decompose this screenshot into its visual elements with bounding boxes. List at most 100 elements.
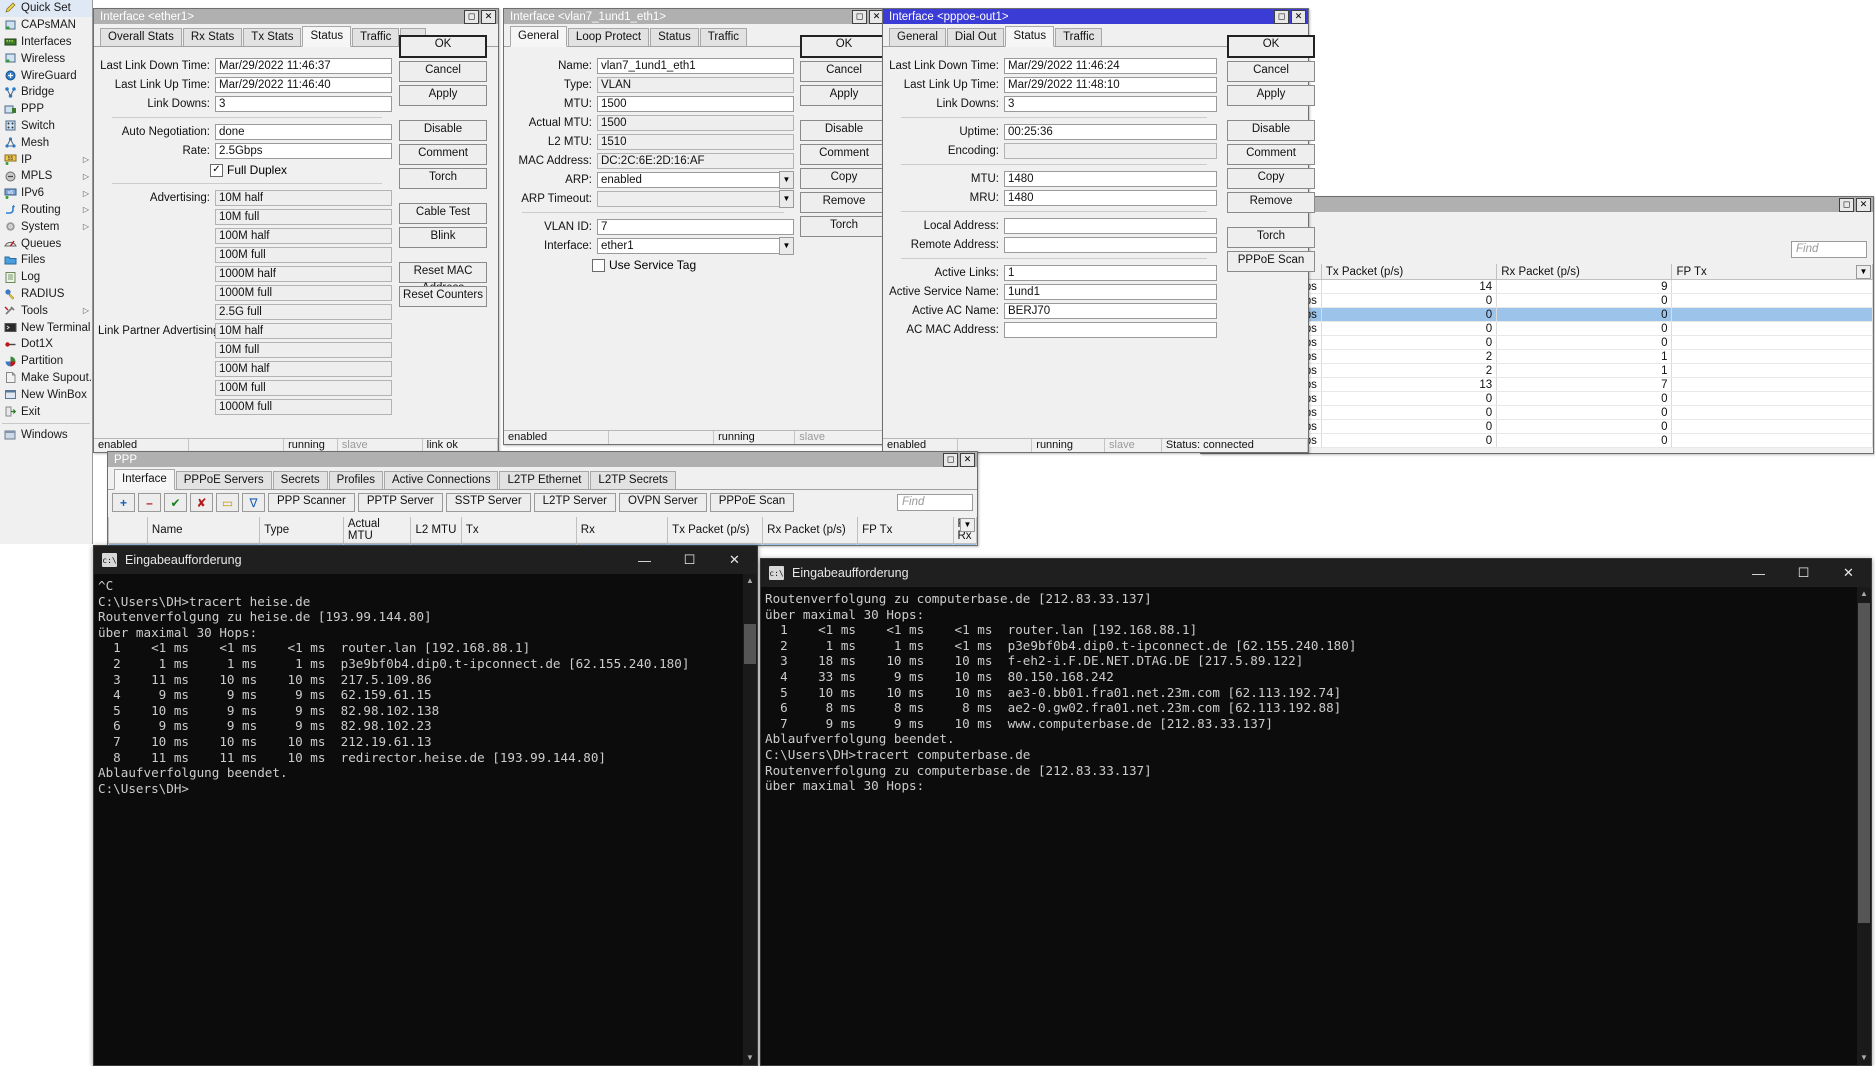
- tab-l2tp-ethernet[interactable]: L2TP Ethernet: [499, 471, 590, 489]
- tab-interface[interactable]: Interface: [114, 469, 175, 490]
- maximize-icon[interactable]: ◻: [464, 9, 479, 24]
- cable-test-button[interactable]: Cable Test: [399, 203, 487, 224]
- titlebar-ppp[interactable]: PPP ◻ ✕: [108, 452, 977, 467]
- pppoe-scan-button[interactable]: PPPoE Scan: [1227, 251, 1315, 272]
- tab-general[interactable]: General: [510, 26, 567, 47]
- comment-button[interactable]: Comment: [800, 144, 888, 165]
- window-command-prompt-2[interactable]: c:\ Eingabeaufforderung — ☐ ✕ Routenverf…: [760, 558, 1872, 1066]
- sidebar-item-switch[interactable]: Switch: [0, 118, 92, 135]
- field-value[interactable]: 1480: [1004, 190, 1217, 206]
- scroll-down-icon[interactable]: ▼: [1857, 1051, 1871, 1065]
- field-value[interactable]: [1004, 237, 1217, 253]
- sidebar-item-log[interactable]: Log: [0, 269, 92, 286]
- field-value[interactable]: Mar/29/2022 11:48:10: [1004, 77, 1217, 93]
- checkbox-box[interactable]: ✓: [210, 163, 223, 177]
- terminal-output-2[interactable]: Routenverfolgung zu computerbase.de [212…: [761, 587, 1871, 1065]
- sidebar-item-mesh[interactable]: Mesh: [0, 134, 92, 151]
- window-ppp[interactable]: PPP ◻ ✕ Interface PPPoE Servers Secrets Pro…: [107, 451, 978, 546]
- checkbox-use-service-tag[interactable]: Use Service Tag: [508, 256, 794, 274]
- field-value[interactable]: 7: [597, 219, 794, 235]
- ppp-interface-table[interactable]: Name Type Actual MTU L2 MTU Tx Rx Tx Packet (p…: [108, 517, 977, 545]
- titlebar-cmd2[interactable]: c:\ Eingabeaufforderung — ☐ ✕: [761, 559, 1871, 587]
- titlebar-cmd1[interactable]: c:\ Eingabeaufforderung — ☐ ✕: [94, 546, 757, 574]
- pppoe-scan-button[interactable]: PPPoE Scan: [709, 493, 795, 512]
- tab-profiles[interactable]: Profiles: [328, 471, 384, 489]
- sidebar-item-interfaces[interactable]: Interfaces: [0, 34, 92, 51]
- disable-button[interactable]: Disable: [399, 120, 487, 141]
- field-value[interactable]: vlan7_1und1_eth1: [597, 58, 794, 74]
- sstp-server-button[interactable]: SSTP Server: [445, 493, 531, 512]
- maximize-icon[interactable]: ◻: [1274, 9, 1289, 24]
- titlebar-vlan7[interactable]: Interface <vlan7_1und1_eth1> ◻ ✕: [504, 9, 886, 24]
- terminal-output-1[interactable]: ^C C:\Users\DH>tracert heise.de Routenverf…: [94, 574, 757, 1065]
- sidebar-item-wireguard[interactable]: WireGuard: [0, 67, 92, 84]
- field-value[interactable]: 1und1: [1004, 284, 1217, 300]
- ok-button[interactable]: OK: [399, 35, 487, 58]
- field-value[interactable]: [1004, 322, 1217, 338]
- field-value[interactable]: BERJ70: [1004, 303, 1217, 319]
- torch-button[interactable]: Torch: [399, 168, 487, 189]
- remove-icon[interactable]: –: [138, 493, 161, 512]
- sidebar-item-capsman[interactable]: CAPsMAN: [0, 17, 92, 34]
- close-icon[interactable]: ✕: [1826, 559, 1871, 587]
- tab-l2tp-secrets[interactable]: L2TP Secrets: [590, 471, 676, 489]
- comment-icon[interactable]: ▭: [216, 493, 239, 512]
- checkbox-full-duplex[interactable]: ✓ Full Duplex: [98, 161, 392, 179]
- column-header[interactable]: FP Tx: [857, 517, 954, 544]
- window-command-prompt-1[interactable]: c:\ Eingabeaufforderung — ☐ ✕ ^C C:\Users…: [93, 545, 758, 1066]
- maximize-icon[interactable]: ☐: [1781, 559, 1826, 587]
- tab-status[interactable]: Status: [650, 28, 699, 46]
- apply-button[interactable]: Apply: [399, 85, 487, 106]
- search-input[interactable]: Find: [1791, 241, 1867, 258]
- cancel-button[interactable]: Cancel: [399, 61, 487, 82]
- tab-dial-out[interactable]: Dial Out: [946, 28, 1005, 46]
- tab-tx-stats[interactable]: Tx Stats: [243, 28, 302, 46]
- sidebar-item-ipv6[interactable]: v6 IPv6 ▷: [0, 185, 92, 202]
- window-interface-vlan7[interactable]: Interface <vlan7_1und1_eth1> ◻ ✕ General…: [503, 8, 888, 445]
- checkbox-box[interactable]: [592, 258, 605, 272]
- sidebar-item-queues[interactable]: Queues: [0, 235, 92, 252]
- chevron-down-icon[interactable]: ▼: [779, 171, 794, 189]
- add-icon[interactable]: +: [112, 493, 135, 512]
- field-value[interactable]: 1: [1004, 265, 1217, 281]
- column-header[interactable]: Tx Packet (p/s): [1320, 264, 1498, 280]
- close-icon[interactable]: ✕: [1291, 9, 1306, 24]
- ok-button[interactable]: OK: [1227, 35, 1315, 58]
- titlebar-ether1[interactable]: Interface <ether1> ◻ ✕: [94, 9, 498, 24]
- sidebar-item-ppp[interactable]: PPP: [0, 101, 92, 118]
- copy-button[interactable]: Copy: [1227, 168, 1315, 189]
- column-header[interactable]: L2 MTU: [410, 517, 462, 544]
- ovpn-server-button[interactable]: OVPN Server: [619, 493, 707, 512]
- sidebar-item-partition[interactable]: Partition: [0, 353, 92, 370]
- l2tp-server-button[interactable]: L2TP Server: [533, 493, 617, 512]
- column-header[interactable]: Actual MTU: [342, 517, 412, 544]
- sidebar-item-exit[interactable]: Exit: [0, 403, 92, 420]
- ok-button[interactable]: OK: [800, 35, 888, 58]
- field-value[interactable]: 00:25:36: [1004, 124, 1217, 140]
- sidebar-item-dot1x[interactable]: Dot1X: [0, 336, 92, 353]
- field-value[interactable]: 1480: [1004, 171, 1217, 187]
- column-header[interactable]: Rx Packet (p/s): [1496, 264, 1673, 280]
- pptp-server-button[interactable]: PPTP Server: [357, 493, 443, 512]
- ppp-scanner-button[interactable]: PPP Scanner: [268, 493, 355, 512]
- field-value[interactable]: [1004, 143, 1217, 159]
- tab-pppoe-servers[interactable]: PPPoE Servers: [175, 471, 272, 489]
- sidebar-item-new-terminal[interactable]: New Terminal: [0, 319, 92, 336]
- sidebar-item-wireless[interactable]: Wireless: [0, 50, 92, 67]
- field-value[interactable]: 3: [1004, 96, 1217, 112]
- sidebar-item-radius[interactable]: RADIUS: [0, 286, 92, 303]
- column-header[interactable]: Tx Packet (p/s): [667, 517, 764, 544]
- reset-counters-button[interactable]: Reset Counters: [399, 286, 487, 307]
- scroll-thumb[interactable]: [744, 624, 756, 664]
- chevron-down-icon[interactable]: ▼: [779, 190, 794, 208]
- column-header[interactable]: Name: [146, 517, 261, 544]
- scrollbar-cmd2[interactable]: ▲ ▼: [1857, 587, 1871, 1065]
- titlebar-pppoe[interactable]: Interface <pppoe-out1> ◻ ✕: [883, 9, 1308, 24]
- field-value[interactable]: [1004, 218, 1217, 234]
- scroll-up-icon[interactable]: ▲: [1857, 587, 1871, 601]
- tab-active-connections[interactable]: Active Connections: [384, 471, 499, 489]
- field-value[interactable]: enabled: [597, 172, 780, 188]
- tab-rx-stats[interactable]: Rx Stats: [182, 28, 243, 46]
- scroll-up-icon[interactable]: ▲: [743, 574, 757, 588]
- column-header[interactable]: Type: [259, 517, 344, 544]
